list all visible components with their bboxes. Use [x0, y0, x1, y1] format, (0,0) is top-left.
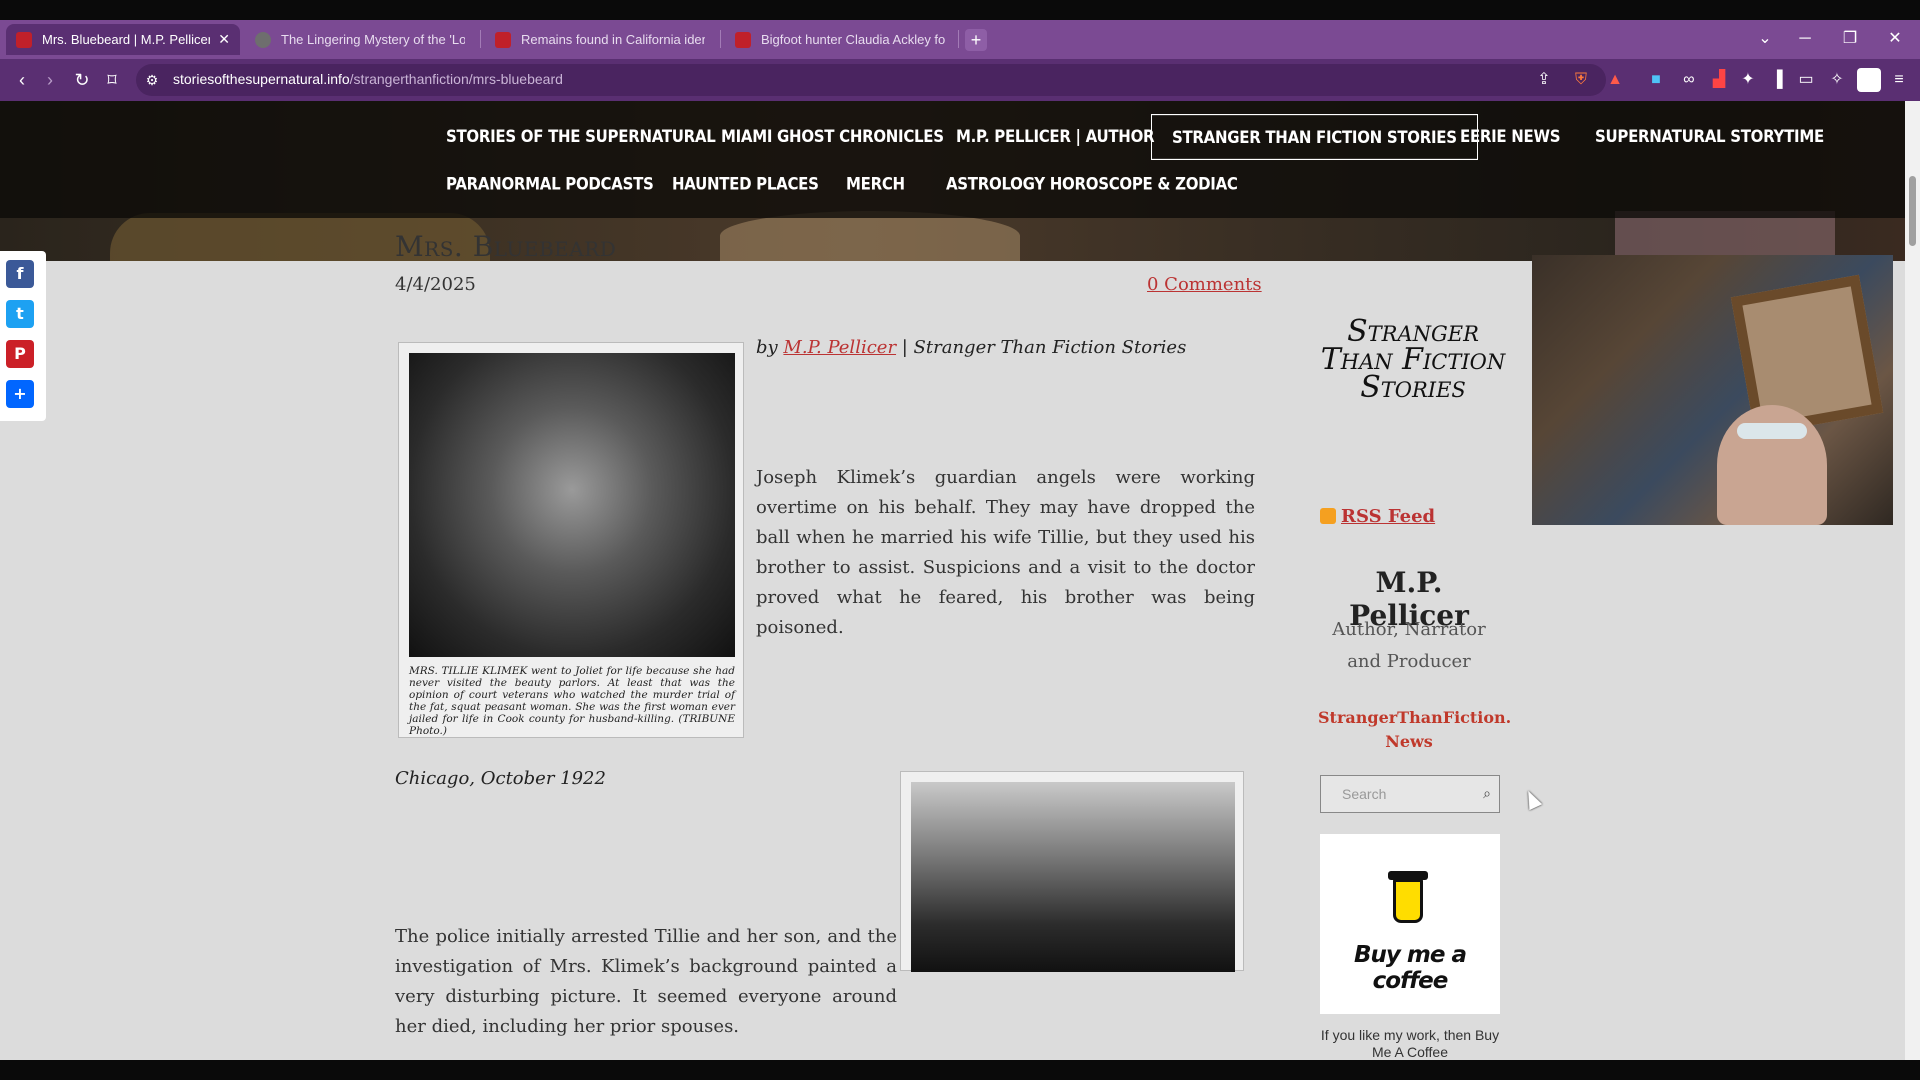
nav-author[interactable]: M.P. Pellicer | Author [956, 114, 1155, 158]
sidebar-search: ⌕ [1320, 775, 1500, 813]
nav-stories-of-the-supernatural[interactable]: Stories of the Supernatural [446, 114, 716, 158]
site-navigation: Stories of the Supernatural Miami Ghost … [0, 101, 1905, 218]
news-favicon-icon [495, 31, 511, 48]
leo-ai-icon[interactable]: ✧ [1826, 69, 1848, 91]
menu-icon[interactable]: ≡ [1888, 69, 1910, 91]
webcam-overlay [1532, 255, 1893, 525]
url-host: storiesofthesupernatural.info [173, 71, 350, 87]
twitter-icon[interactable]: t [6, 300, 34, 328]
site-favicon-icon [255, 31, 271, 48]
nav-supernatural-storytime[interactable]: Supernatural Storytime [1595, 114, 1824, 158]
article-title: Mrs. Bluebeard [395, 230, 617, 263]
nav-haunted-places[interactable]: Haunted Places [672, 162, 819, 206]
news-favicon-icon [735, 31, 751, 48]
brave-shield-icon[interactable]: ⛨ [1570, 69, 1592, 91]
site-favicon-icon [16, 31, 32, 48]
window-top-band [0, 0, 1920, 20]
site-info-icon[interactable]: ⚙ [140, 68, 164, 92]
url-text[interactable]: storiesofthesupernatural.info/strangerth… [173, 71, 563, 87]
restore-button[interactable]: ❐ [1830, 24, 1870, 54]
url-path: /strangerthanfiction/mrs-bluebeard [349, 71, 563, 87]
nav-eerie-news[interactable]: Eerie News [1460, 114, 1561, 158]
buy-me-a-coffee-note: If you like my work, then Buy Me A Coffe… [1320, 1027, 1500, 1060]
pinterest-icon[interactable]: P [6, 340, 34, 368]
article-location: Chicago, October 1922 [395, 768, 606, 789]
close-tab-icon[interactable]: ✕ [218, 31, 230, 48]
window-bottom-band [0, 1060, 1920, 1080]
facebook-icon[interactable]: f [6, 260, 34, 288]
profile-avatar[interactable] [1857, 68, 1881, 92]
nav-miami-ghost-chronicles[interactable]: Miami Ghost Chronicles [721, 114, 944, 158]
stranger-than-fiction-news-link[interactable]: StrangerThanFiction. News [1318, 706, 1511, 754]
rss-feed-link[interactable]: RSS Feed [1341, 506, 1435, 527]
klimek-men-photo [900, 771, 1244, 972]
article-date: 4/4/2025 [395, 274, 476, 295]
tab-list-button[interactable]: ⌄ [1745, 24, 1785, 54]
newspaper-photo [409, 353, 735, 657]
extensions-puzzle-icon[interactable]: ✦ [1737, 69, 1759, 91]
share-more-icon[interactable]: + [6, 380, 34, 408]
tab-separator [720, 30, 721, 48]
tab-bigfoot-hunter[interactable]: Bigfoot hunter Claudia Ackley foun [725, 24, 955, 55]
photo-caption: MRS. TILLIE KLIMEK went to Joliet for li… [409, 665, 735, 737]
wallet-icon[interactable]: ▭ [1795, 69, 1817, 91]
comments-link[interactable]: 0 Comments [1147, 274, 1262, 295]
tab-mrs-bluebeard[interactable]: Mrs. Bluebeard | M.P. Pellicer ✕ [6, 24, 240, 55]
search-input[interactable] [1322, 777, 1482, 811]
sidebar-icon[interactable]: ▐ [1766, 69, 1788, 91]
newspaper-photo [911, 782, 1235, 972]
tab-separator [480, 30, 481, 48]
reload-icon[interactable]: ↻ [70, 68, 94, 92]
bookmark-icon[interactable]: ⌑ [100, 68, 124, 92]
new-tab-button[interactable]: + [965, 29, 987, 51]
pdf-extension-icon[interactable]: ▟ [1708, 69, 1730, 91]
tab-lost-colony[interactable]: The Lingering Mystery of the 'Lost C [245, 24, 475, 55]
close-window-button[interactable]: ✕ [1875, 24, 1915, 54]
tillie-klimek-photo: MRS. TILLIE KLIMEK went to Joliet for li… [398, 342, 744, 738]
tab-separator [958, 30, 959, 48]
minimize-button[interactable]: ─ [1785, 24, 1825, 54]
bmc-label: Buy me a coffee [1354, 942, 1467, 994]
article-paragraph: The police initially arrested Tillie and… [395, 926, 897, 1037]
rss-icon [1320, 508, 1336, 524]
forward-arrow-icon[interactable]: › [38, 68, 62, 92]
author-link[interactable]: M.P. Pellicer [783, 337, 896, 358]
nav-paranormal-podcasts[interactable]: Paranormal Podcasts [446, 162, 654, 206]
byline: by M.P. Pellicer | Stranger Than Fiction… [756, 337, 1187, 358]
nav-stranger-than-fiction[interactable]: Stranger Than Fiction Stories [1151, 114, 1478, 160]
scrollbar-thumb[interactable] [1909, 176, 1916, 246]
article-intro: Joseph Klimek’s guardian angels were wor… [756, 467, 1255, 638]
stranger-than-fiction-logo[interactable]: Stranger Than Fiction Stories [1318, 317, 1508, 403]
extension-glasses-icon[interactable]: ∞ [1678, 69, 1700, 91]
tab-remains-found[interactable]: Remains found in California identifie [485, 24, 715, 55]
back-arrow-icon[interactable]: ‹ [10, 68, 34, 92]
share-icon[interactable]: ⇪ [1533, 69, 1555, 91]
sidebar-author-role: Author, Narrator and Producer [1332, 619, 1486, 672]
buy-me-a-coffee-banner[interactable]: Buy me a coffee [1320, 834, 1500, 1014]
coffee-cup-icon [1393, 879, 1423, 923]
brave-rewards-icon[interactable]: ▲ [1604, 69, 1626, 91]
search-icon[interactable]: ⌕ [1483, 785, 1491, 802]
extension-icon[interactable]: ■ [1645, 69, 1667, 91]
nav-merch[interactable]: Merch [846, 162, 905, 206]
nav-astrology[interactable]: Astrology Horoscope & Zodiac [946, 162, 1238, 206]
